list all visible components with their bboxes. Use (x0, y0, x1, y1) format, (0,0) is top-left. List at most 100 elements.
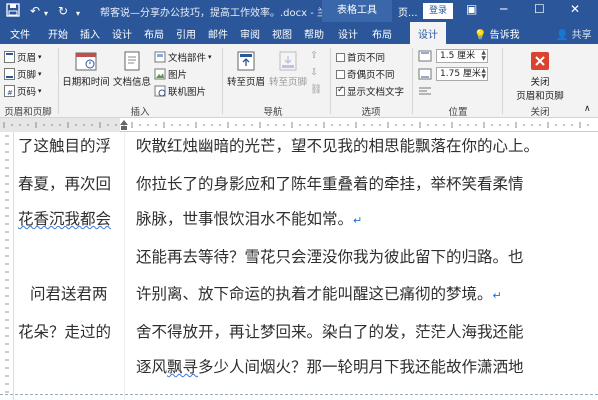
tell-me-search[interactable]: 💡 告诉我 (474, 26, 520, 41)
previous-icon: ⇧ (310, 50, 318, 61)
footer-position-input[interactable]: 1.75 厘米 ▲ ▼ (436, 67, 488, 81)
right-line-6: 舍不得放开，再让梦回来。染白了的发，茫茫人海我还能 (136, 323, 524, 341)
close-icon[interactable]: ✕ (570, 2, 580, 16)
header-position-icon (418, 50, 432, 62)
goto-header-label: 转至页眉 (226, 77, 265, 88)
header-position-row (418, 50, 432, 62)
login-button[interactable]: 登录 (423, 3, 453, 19)
document-title: 帮客说—分享办公技巧，提高工作效率。.docx - 兰... (100, 8, 337, 19)
ribbon-divider (58, 48, 59, 114)
tab-help[interactable]: 帮助 (304, 26, 324, 41)
paragraph-mark-icon: ↵ (353, 214, 363, 227)
ribbon-panel: 页眉 ▾ 页脚 ▾ # 页码 ▾ 页眉和页脚 日期和时间 文档信息 文档部件 ▾ 图片 … (0, 44, 598, 118)
tab-review[interactable]: 审阅 (240, 26, 260, 41)
doc-info-label: 文档信息 (112, 77, 151, 88)
title-bar: ↶ ▾ ↻ ▾ 帮客说—分享办公技巧，提高工作效率。.docx - 兰... 表… (0, 0, 598, 22)
tab-references[interactable]: 引用 (176, 26, 196, 41)
picture-button[interactable]: 图片 (154, 67, 187, 81)
page-number-icon: # (4, 85, 15, 97)
tab-home[interactable]: 开始 (48, 26, 68, 41)
header-position-input[interactable]: 1.5 厘米 ▲ ▼ (436, 49, 488, 63)
footer-button[interactable]: 页脚 ▾ (4, 67, 42, 81)
right-line-1: 吹散红烛幽暗的光芒，望不见我的相思能飘落在你的心上。 (136, 137, 540, 155)
tab-layout[interactable]: 布局 (144, 26, 164, 41)
group-header-footer-label: 页眉和页脚 (4, 107, 52, 118)
goto-footer-icon (279, 51, 297, 71)
link-to-previous: ⛓ (310, 84, 322, 95)
group-position-label: 位置 (448, 107, 468, 118)
odd-even-different-checkbox[interactable]: 奇偶页不同 (336, 67, 395, 81)
first-page-different-checkbox[interactable]: 首页不同 (336, 50, 385, 64)
page-number-label: 页码 (17, 87, 37, 98)
left-column-text: 了这触目的浮 春夏，再次回 花香沉我都会 问君送君两 花朵？走过的 (18, 132, 122, 400)
spinner-arrows-icon[interactable]: ▲ ▼ (481, 68, 486, 80)
group-options-label: 选项 (361, 107, 381, 118)
tab-design[interactable]: 设计 (112, 26, 132, 41)
goto-header-icon (237, 51, 255, 71)
tab-mailings[interactable]: 邮件 (208, 26, 228, 41)
customize-quick-access-icon[interactable]: ▾ (76, 6, 80, 22)
horizontal-ruler[interactable] (0, 118, 598, 132)
link-icon: ⛓ (310, 84, 323, 95)
lightbulb-icon: 💡 (474, 30, 487, 41)
refresh-icon[interactable]: ↻ (58, 3, 68, 19)
share-label: 共享 (571, 30, 592, 41)
footer-icon (4, 68, 15, 80)
doc-info-button[interactable]: 文档信息 (112, 50, 152, 88)
right-line-3: 脉脉，世事恨饮泪水不能如常。↵ (136, 207, 362, 229)
undo-dropdown-icon[interactable]: ▾ (44, 6, 48, 22)
goto-header-button[interactable]: 转至页眉 (226, 50, 266, 88)
person-icon: 👤 (556, 30, 569, 41)
checkbox-first-page[interactable] (336, 52, 345, 62)
date-time-button[interactable]: 日期和时间 (62, 50, 110, 88)
alignment-tab-icon (419, 87, 431, 95)
page-number-button[interactable]: # 页码 ▾ (4, 84, 42, 98)
doc-parts-button[interactable]: 文档部件 ▾ (154, 50, 212, 64)
tab-table-design[interactable]: 设计 (338, 26, 358, 41)
tab-view[interactable]: 视图 (272, 26, 292, 41)
checkbox-show-doc-text[interactable] (336, 85, 345, 96)
maximize-icon[interactable]: ☐ (534, 2, 545, 16)
next-icon: ⇩ (310, 67, 318, 78)
close-header-footer-button[interactable]: 关闭 页眉和页脚 (508, 50, 572, 102)
document-canvas[interactable]: 了这触目的浮 春夏，再次回 花香沉我都会 问君送君两 花朵？走过的 吹散红烛幽暗… (0, 132, 598, 400)
close-red-icon (531, 52, 549, 70)
svg-text:#: # (7, 89, 13, 97)
calendar-icon (75, 52, 97, 71)
ribbon-divider (330, 48, 331, 114)
collapse-ribbon-icon[interactable]: ∧ (584, 104, 591, 114)
group-insert-label: 插入 (130, 107, 150, 118)
show-doc-text-checkbox[interactable]: 显示文档文字 (336, 84, 404, 98)
save-icon[interactable] (6, 3, 20, 21)
left-line-3-text: 花香沉我都会 (18, 210, 112, 228)
undo-icon[interactable]: ↶ (30, 3, 40, 19)
right-line-7-text: 逐风飘寻多少人间烟火？那一轮明月下我还能故作潇洒地 (136, 358, 524, 376)
footer-position-row (418, 68, 432, 80)
ruler-ticks (0, 118, 589, 132)
nav-arrows: ⇧ (310, 50, 318, 61)
checkbox-odd-even[interactable] (336, 69, 345, 79)
vertical-ruler-ticks (5, 135, 9, 393)
alignment-tab-button[interactable] (418, 85, 432, 97)
vertical-ruler[interactable] (0, 132, 14, 400)
share-button[interactable]: 👤 共享 (556, 26, 592, 41)
table-tools-context: 表格工具 (322, 0, 392, 22)
online-picture-button[interactable]: 联机图片 (154, 84, 206, 98)
minimize-icon[interactable]: ─ (500, 2, 507, 16)
header-button[interactable]: 页眉 ▾ (4, 50, 42, 64)
spinner-arrows-icon[interactable]: ▲ ▼ (481, 50, 486, 62)
left-line-3: 花香沉我都会 (18, 207, 111, 229)
right-line-2: 你拉长了的身影应和了陈年重叠着的牵挂，举杯笑看柔情 (136, 175, 524, 193)
picture-label: 图片 (168, 70, 188, 81)
tab-header-design[interactable]: 设计 (410, 22, 446, 44)
close-label-2: 页眉和页脚 (516, 91, 564, 102)
right-line-5: 许别离、放下命运的执着才能叫醒这已痛彻的梦境。↵ (136, 282, 502, 304)
tab-file[interactable]: 文件 (10, 26, 30, 41)
header-footer-tools-context: 页... (398, 8, 418, 19)
document-info-icon (124, 51, 140, 71)
ribbon-display-icon[interactable]: ▣ (466, 2, 477, 16)
tab-insert[interactable]: 插入 (80, 26, 100, 41)
nav-arrows-down: ⇩ (310, 67, 318, 78)
tab-table-layout[interactable]: 布局 (372, 26, 392, 41)
tell-me-label: 告诉我 (489, 30, 520, 41)
